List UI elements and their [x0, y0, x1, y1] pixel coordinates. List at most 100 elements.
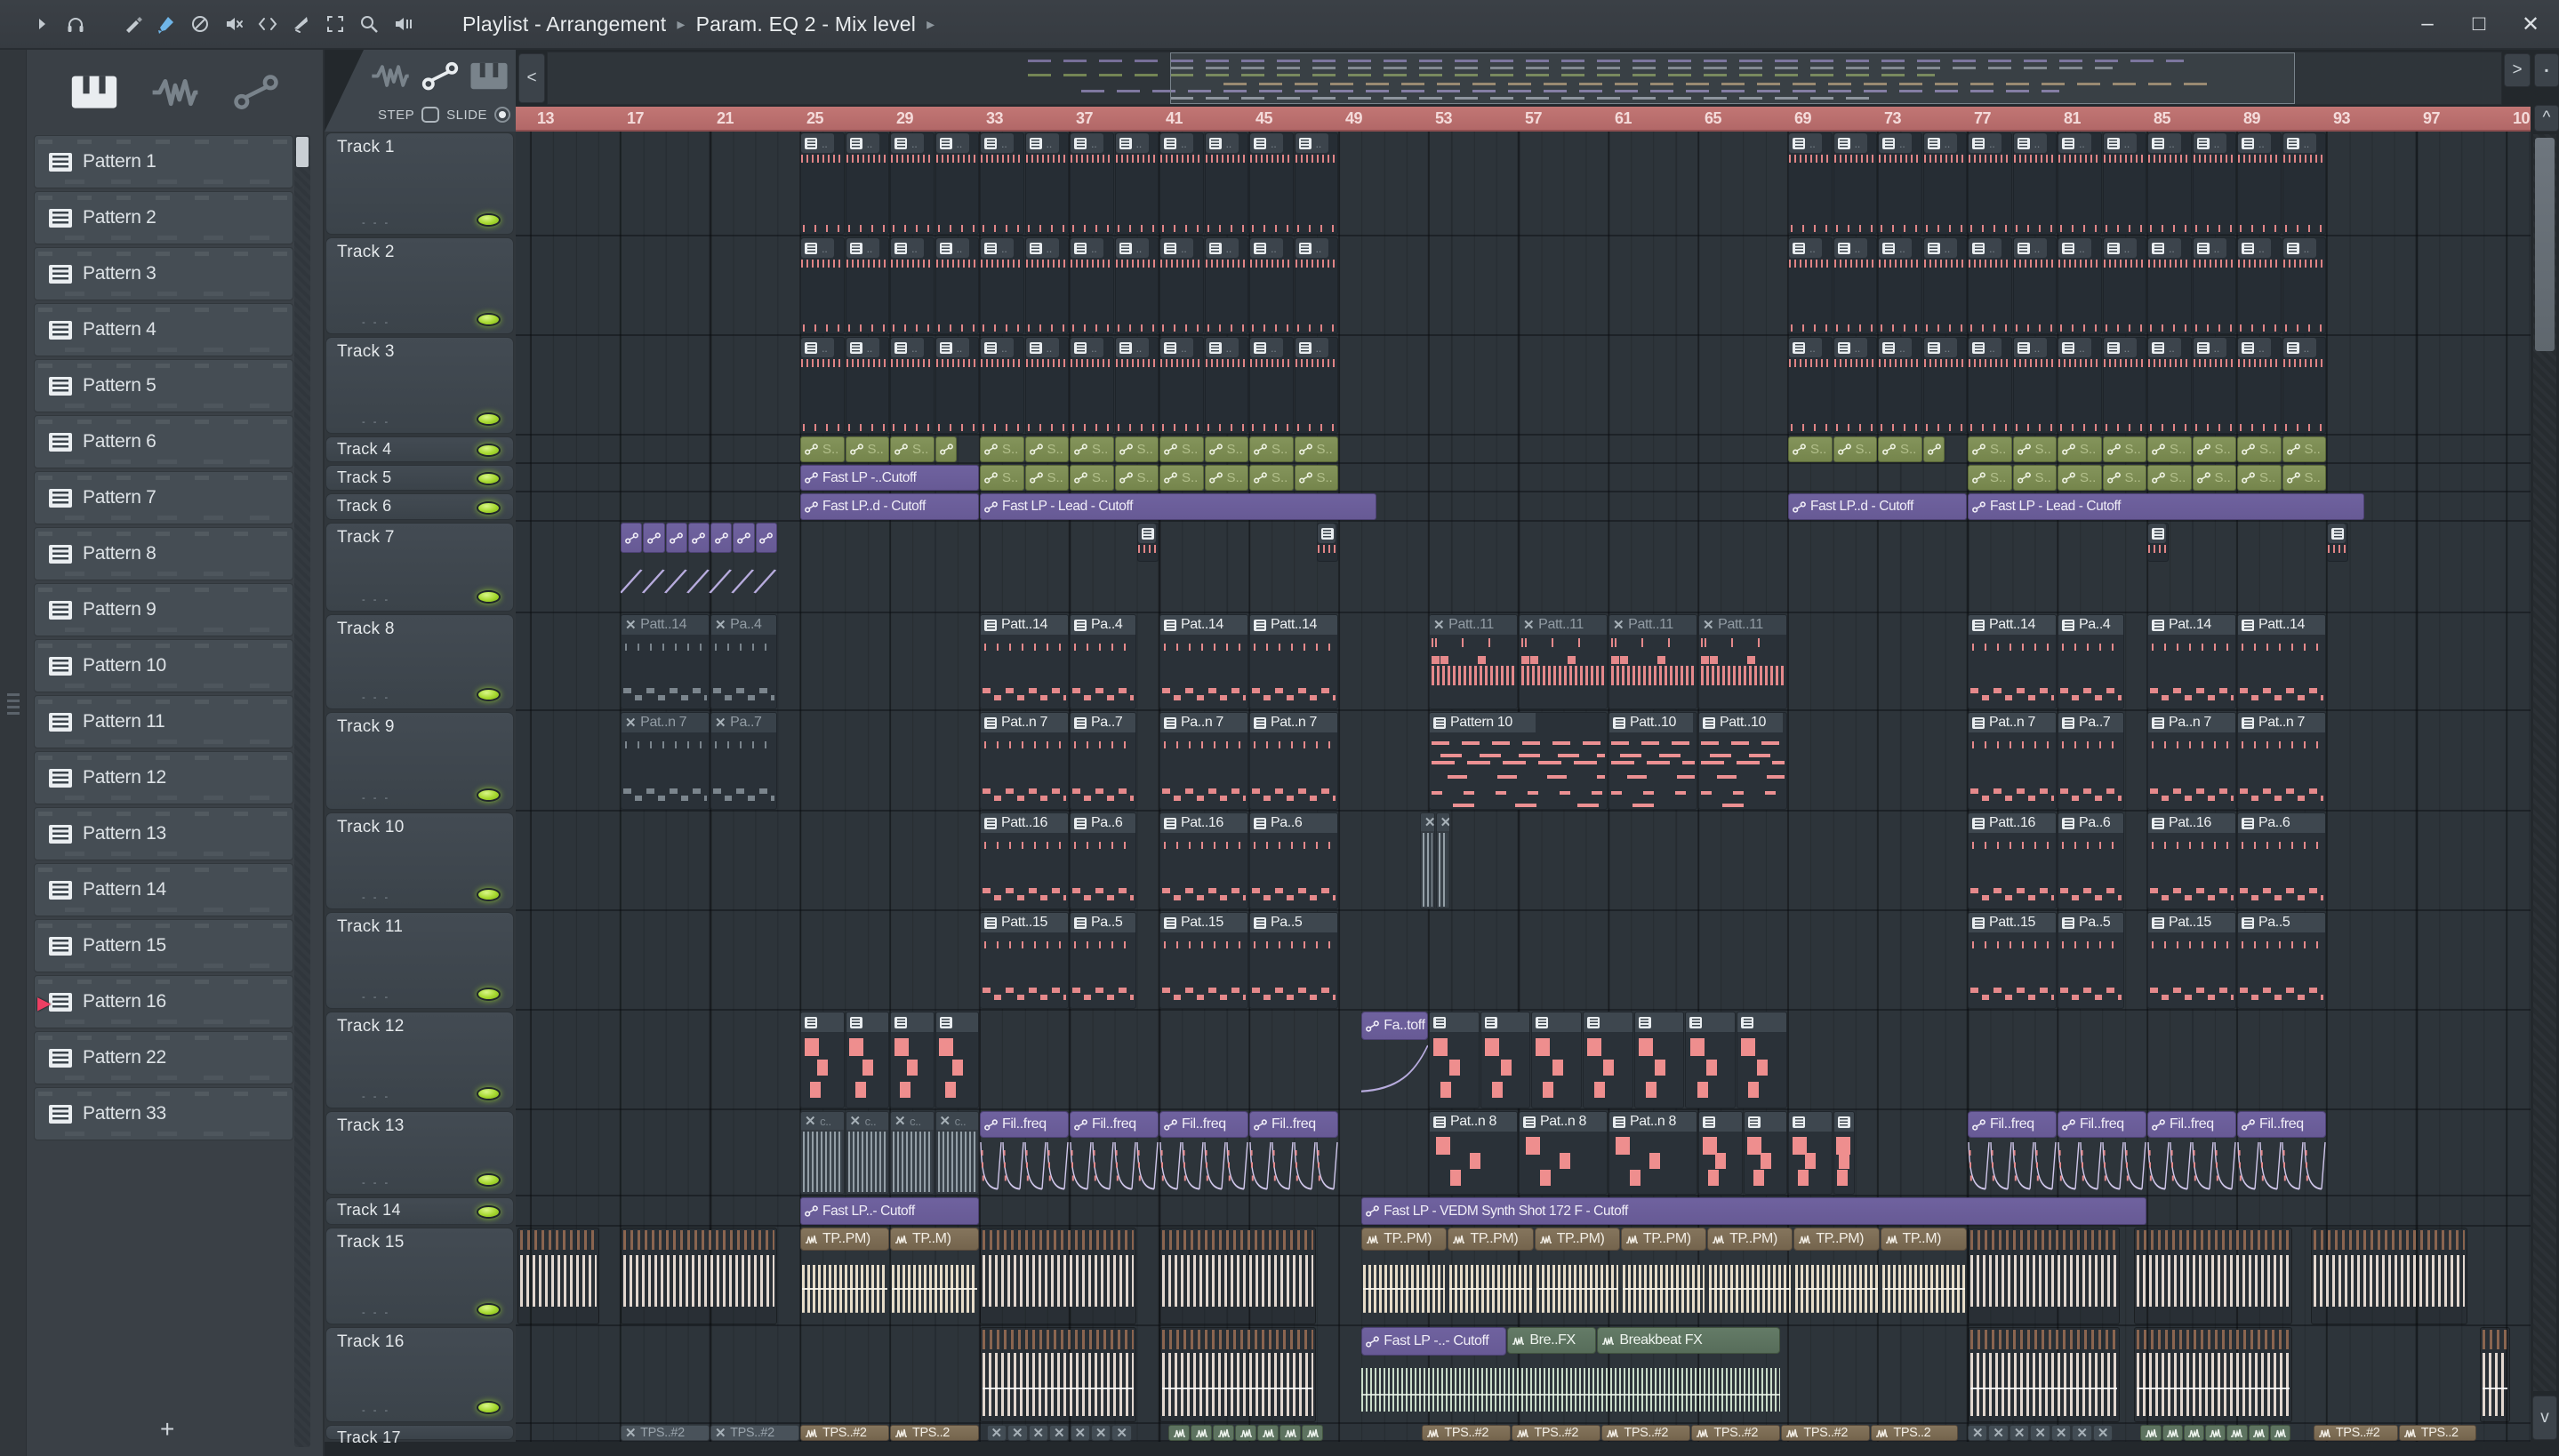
track-enable-led[interactable]	[477, 788, 501, 802]
playlist-clip[interactable]: ..	[935, 237, 979, 334]
playlist-clip[interactable]: Patt..16	[1968, 812, 2057, 909]
add-pattern-button[interactable]: +	[160, 1415, 174, 1444]
playlist-clip[interactable]: Pat..n 7	[1968, 712, 2057, 810]
playlist-clip[interactable]	[1280, 1425, 1302, 1441]
playlist-clip[interactable]: ..	[1159, 132, 1204, 235]
playlist-clip[interactable]	[1213, 1425, 1235, 1441]
playlist-clip[interactable]: ✕	[1070, 1425, 1090, 1441]
pattern-list-item[interactable]: Pattern 33	[34, 1087, 293, 1140]
playlist-clip[interactable]: S..	[800, 436, 845, 462]
playlist-clip[interactable]	[621, 1228, 777, 1324]
playlist-clip[interactable]: ..	[1070, 337, 1114, 434]
playlist-clip[interactable]: Bre..FX	[1507, 1327, 1597, 1356]
track-header[interactable]: Track 11 - - -	[325, 912, 514, 1009]
track-options-dots[interactable]: - - -	[362, 595, 390, 605]
playlist-clip[interactable]: ..	[2147, 237, 2192, 334]
playlist-clip[interactable]: ..	[1922, 132, 1967, 235]
playlist-clip[interactable]: S..	[2147, 465, 2192, 491]
track-enable-led[interactable]	[477, 988, 501, 1001]
chevron-right-icon[interactable]: ▸	[677, 15, 685, 34]
playlist-clip[interactable]: Fa..toff	[1361, 1012, 1428, 1108]
playlist-clip[interactable]: Pa..7	[2058, 712, 2124, 810]
track-enable-led[interactable]	[477, 313, 501, 326]
playlist-clip[interactable]	[935, 436, 957, 462]
playlist-clip[interactable]: Fast LP..d - Cutoff	[800, 493, 979, 520]
playlist-clip[interactable]	[2133, 1228, 2293, 1324]
playlist-clip[interactable]: S..	[2237, 436, 2282, 462]
playlist-clip[interactable]: Pat..16	[1159, 812, 1248, 909]
playlist-clip[interactable]: Fil..freq	[1968, 1111, 2057, 1195]
track-header[interactable]: Track 7 - - -	[325, 523, 514, 612]
playlist-clip[interactable]	[2479, 1327, 2511, 1422]
playlist-clip[interactable]	[1633, 1012, 1685, 1108]
playlist-clip[interactable]: ✕ c..	[800, 1111, 845, 1195]
playlist-clip[interactable]	[2311, 1228, 2468, 1324]
playlist-clip[interactable]: ✕	[1419, 812, 1435, 909]
playback-icon[interactable]	[388, 9, 418, 39]
playlist-clip[interactable]: ..	[2102, 132, 2146, 235]
playlist-clip[interactable]: ..	[980, 337, 1024, 434]
playlist-clip[interactable]: ..	[1024, 132, 1069, 235]
pattern-list-item[interactable]: Pattern 1	[34, 135, 293, 188]
playlist-clip[interactable]: Pa..6	[2058, 812, 2124, 909]
playlist-clip[interactable]	[1235, 1425, 1257, 1441]
horizontal-scrollbar[interactable]	[516, 1442, 2529, 1456]
select-icon[interactable]	[320, 9, 350, 39]
close-button[interactable]: ✕	[2518, 12, 2543, 37]
playlist-clip[interactable]: ..	[2237, 237, 2282, 334]
playlist-clip[interactable]: Pa..5	[1070, 912, 1136, 1009]
playlist-clip[interactable]: ✕	[2092, 1425, 2114, 1441]
playlist-clip[interactable]: S..	[1294, 436, 1338, 462]
track-enable-led[interactable]	[477, 1087, 501, 1100]
playlist-clip[interactable]: ..	[890, 237, 935, 334]
playlist-clip[interactable]	[980, 1228, 1136, 1324]
playlist-clip[interactable]: ..	[800, 337, 845, 434]
pattern-list-scrollbar[interactable]	[294, 135, 310, 1447]
playlist-clip[interactable]: TP..PM)	[1361, 1228, 1448, 1324]
track-enable-led[interactable]	[477, 1303, 501, 1316]
playlist-clip[interactable]: Fil..freq	[1159, 1111, 1248, 1195]
playlist-clip[interactable]: ..	[1114, 337, 1159, 434]
playlist-clip[interactable]: ..	[845, 132, 889, 235]
playlist-clip[interactable]	[1257, 1425, 1280, 1441]
playlist-clip[interactable]: ..	[2192, 237, 2236, 334]
playlist-clip[interactable]: ✕ Pa..4	[710, 614, 777, 709]
playlist-clip[interactable]: ..	[1204, 337, 1248, 434]
playlist-clip[interactable]	[517, 1228, 600, 1324]
track-header[interactable]: Track 12 - - -	[325, 1012, 514, 1108]
playlist-clip[interactable]	[1743, 1111, 1787, 1195]
playlist-clip[interactable]: ✕	[2050, 1425, 2072, 1441]
slide-toggle[interactable]	[494, 107, 510, 123]
playlist-clip[interactable]: ..	[1249, 337, 1294, 434]
maximize-button[interactable]: □	[2467, 12, 2491, 37]
track-header[interactable]: Track 2 - - -	[325, 237, 514, 334]
playlist-clip[interactable]: S..	[2282, 465, 2326, 491]
playlist-clip[interactable]: ✕ c..	[935, 1111, 979, 1195]
playlist-clip[interactable]: Patt..14	[1968, 614, 2057, 709]
playlist-clip[interactable]: Patt..14	[2237, 614, 2326, 709]
playlist-clip[interactable]: S..	[1294, 465, 1338, 491]
track-enable-led[interactable]	[477, 888, 501, 901]
playlist-clip[interactable]: ..	[1878, 132, 1922, 235]
playlist-clip[interactable]: ✕	[1435, 812, 1451, 909]
playlist-clip[interactable]: S..	[1833, 436, 1877, 462]
playlist-clip[interactable]: S..	[2192, 465, 2236, 491]
playlist-clip[interactable]: ..	[1968, 237, 2012, 334]
playlist-clip[interactable]: S..	[1159, 436, 1204, 462]
playlist-clip[interactable]	[1168, 1425, 1191, 1441]
playlist-clip[interactable]: Pa..4	[1070, 614, 1136, 709]
playlist-clip[interactable]: ..	[2282, 237, 2326, 334]
playlist-clip[interactable]: TP..PM)	[1793, 1228, 1880, 1324]
playlist-clip[interactable]: S..	[1204, 436, 1248, 462]
playlist-clip[interactable]: S..	[845, 436, 889, 462]
playlist-clip[interactable]: S..	[2102, 465, 2146, 491]
playlist-clip[interactable]: Patt..10	[1698, 712, 1787, 810]
track-options-dots[interactable]: - - -	[362, 1405, 390, 1416]
playlist-clip[interactable]	[980, 1327, 1136, 1422]
playlist-clip[interactable]: ✕	[1007, 1425, 1028, 1441]
playlist-clip[interactable]: ..	[845, 237, 889, 334]
playlist-clip[interactable]: ..	[2058, 132, 2102, 235]
playlist-clip[interactable]: S..	[980, 436, 1024, 462]
playlist-clip[interactable]	[1361, 1356, 1781, 1419]
paint-icon[interactable]	[151, 9, 181, 39]
